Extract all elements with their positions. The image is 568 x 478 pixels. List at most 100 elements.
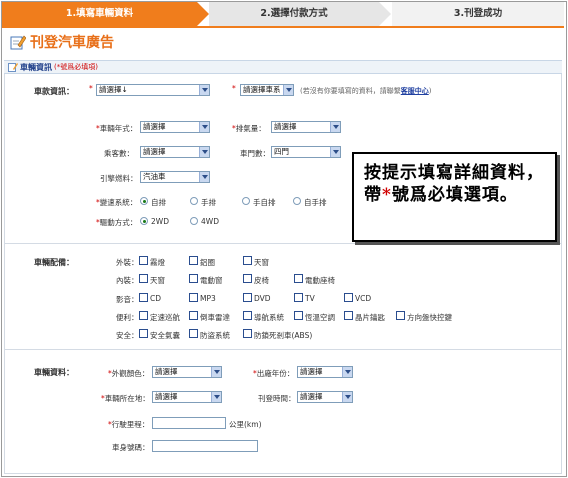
customer-service-link[interactable]: 客服中心 <box>401 87 429 95</box>
vin-input[interactable] <box>152 440 258 452</box>
color-select[interactable]: 請選擇 <box>152 366 222 378</box>
safety-label: 安全： <box>116 331 139 340</box>
radio-label: 自排 <box>151 198 166 207</box>
checkbox-label: 鋁圈 <box>200 258 215 267</box>
checkbox-exterior-fog-light[interactable] <box>139 256 148 265</box>
transmission-radio-auto-manual[interactable] <box>293 197 301 205</box>
checkbox-chip-key[interactable] <box>344 311 353 320</box>
engine-select[interactable]: 請選擇 <box>271 121 341 133</box>
engine-label: *排氣量： <box>232 124 266 133</box>
progress-steps: 1.填寫車輛資料 2.選擇付款方式 3.刊登成功 <box>2 2 564 26</box>
checkbox-cruise-control[interactable] <box>139 311 148 320</box>
checkbox-interior-sunroof[interactable] <box>139 274 148 283</box>
made-year-label: *出廠年份： <box>253 369 295 378</box>
chevron-down-icon <box>283 85 293 95</box>
section-required-note: (*號爲必填項) <box>54 63 98 71</box>
seats-label: 乘客數： <box>104 149 134 158</box>
step-1-active: 1.填寫車輛資料 <box>2 2 197 26</box>
step-2-arrow <box>379 2 391 26</box>
checkbox-climate-control[interactable] <box>294 311 303 320</box>
doors-label: 車門數： <box>240 149 270 158</box>
radio-label: 4WD <box>201 217 219 226</box>
fuel-select[interactable]: 汽油車 <box>140 171 210 183</box>
checkbox-airbag[interactable] <box>139 329 148 338</box>
checkbox-label: 天窗 <box>150 276 165 285</box>
radio-label: 手自排 <box>253 198 276 207</box>
chevron-down-icon <box>199 147 209 157</box>
transmission-radio-manual[interactable] <box>190 197 198 205</box>
page-title: 刊登汽車廣告 <box>10 32 114 52</box>
checkbox-steering-wheel-controls[interactable] <box>396 311 405 320</box>
radio-label: 2WD <box>151 217 169 226</box>
drive-radio-4wd[interactable] <box>190 217 198 225</box>
year-select[interactable]: 請選擇 <box>140 121 210 133</box>
checkbox-abs[interactable] <box>243 329 252 338</box>
seats-select[interactable]: 請選擇 <box>140 146 210 158</box>
checkbox-audio-dvd[interactable] <box>243 293 252 302</box>
drive-radio-2wd[interactable] <box>140 217 148 225</box>
mileage-unit: 公里(km) <box>229 420 262 429</box>
section-header: 車輛資訊 (*號爲必填項) <box>4 60 562 74</box>
checkbox-label: TV <box>305 294 315 303</box>
step-3: 3.刊登成功 <box>392 2 564 26</box>
color-label: *外觀顏色： <box>108 369 150 378</box>
mileage-input[interactable] <box>152 417 226 429</box>
period-select[interactable]: 請選擇 <box>297 391 353 403</box>
checkbox-audio-mp3[interactable] <box>189 293 198 302</box>
checkbox-label: 防盜系統 <box>200 331 230 340</box>
chevron-down-icon <box>199 122 209 132</box>
transmission-radio-auto[interactable] <box>140 197 148 205</box>
chevron-down-icon <box>199 172 209 182</box>
transmission-label: *變速系統： <box>96 198 138 207</box>
brand-select[interactable]: 請選擇↓ <box>96 84 210 96</box>
location-select[interactable]: 請選擇 <box>152 391 222 403</box>
car-model-label: 車款資訊： <box>34 87 74 96</box>
checkbox-label: 恆溫空調 <box>305 313 335 322</box>
checkbox-exterior-alloy-wheel[interactable] <box>189 256 198 265</box>
checkbox-interior-leather[interactable] <box>243 274 252 283</box>
chevron-down-icon <box>330 147 340 157</box>
chevron-down-icon <box>330 122 340 132</box>
made-year-select[interactable]: 請選擇 <box>297 366 353 378</box>
checkbox-interior-power-window[interactable] <box>189 274 198 283</box>
checkbox-label: 定速巡航 <box>150 313 180 322</box>
exterior-label: 外裝： <box>116 258 139 267</box>
checkbox-interior-power-seat[interactable] <box>294 274 303 283</box>
radio-label: 自手排 <box>304 198 327 207</box>
required-star: * <box>89 84 93 93</box>
drive-label: *驅動方式： <box>96 218 138 227</box>
mileage-label: *行駛里程： <box>108 420 150 429</box>
checkbox-exterior-sunroof[interactable] <box>243 256 252 265</box>
checkbox-audio-cd[interactable] <box>139 293 148 302</box>
checkbox-parking-radar[interactable] <box>189 311 198 320</box>
checkbox-label: CD <box>150 294 162 303</box>
checkbox-label: MP3 <box>200 294 216 303</box>
checkbox-label: DVD <box>254 294 271 303</box>
transmission-radio-tiptronic[interactable] <box>242 197 250 205</box>
checkbox-audio-vcd[interactable] <box>344 293 353 302</box>
fuel-label: 引擎燃料： <box>100 174 138 183</box>
checkbox-label: 安全氣囊 <box>150 331 180 340</box>
checkbox-audio-tv[interactable] <box>294 293 303 302</box>
edit-pencil-icon <box>10 35 26 50</box>
step-1-arrow <box>197 2 209 26</box>
series-select[interactable]: 請選擇車系 <box>240 84 294 96</box>
radio-label: 手排 <box>201 198 216 207</box>
required-star: * <box>232 84 236 93</box>
step-2: 2.選擇付款方式 <box>209 2 379 26</box>
year-label: *車輛年式： <box>96 124 138 133</box>
checkbox-navigation[interactable] <box>243 311 252 320</box>
checkbox-label: 天窗 <box>254 258 269 267</box>
row-separator <box>4 349 562 350</box>
equipment-label: 車輛配備： <box>34 258 74 267</box>
checkbox-anti-theft[interactable] <box>189 329 198 338</box>
chevron-down-icon <box>211 392 221 402</box>
checkbox-label: 皮椅 <box>254 276 269 285</box>
doors-select[interactable]: 四門 <box>271 146 341 158</box>
vin-label: 車身號碼： <box>112 443 150 452</box>
checkbox-label: 方向盤快控鍵 <box>407 313 452 322</box>
checkbox-label: 防鎖死剎車(ABS) <box>254 331 313 340</box>
checkbox-label: 電動窗 <box>200 276 223 285</box>
convenience-label: 便利： <box>116 313 139 322</box>
checkbox-label: 晶片鑰匙 <box>355 313 385 322</box>
